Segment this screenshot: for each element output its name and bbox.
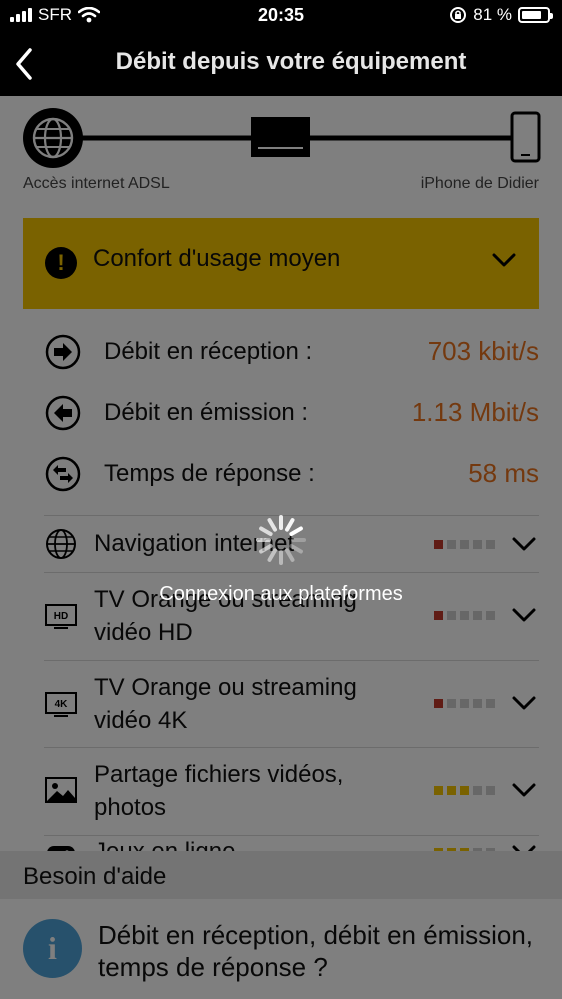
spinner-spoke	[289, 544, 303, 554]
loading-text: Connexion aux plateformes	[159, 583, 403, 605]
battery-icon	[518, 7, 553, 23]
battery-percent: 81 %	[473, 5, 512, 24]
spinner-spoke	[285, 518, 295, 532]
spinner-spoke	[267, 548, 277, 562]
loading-overlay: Connexion aux plateformes	[0, 96, 562, 999]
navigation-bar: Débit depuis votre équipement	[0, 32, 562, 96]
spinner-spoke	[267, 518, 277, 532]
spinner-spoke	[285, 548, 295, 562]
status-bar: SFR 20:35 81 %	[0, 0, 562, 32]
status-right: 81 %	[449, 5, 553, 25]
page-title: Débit depuis votre équipement	[115, 48, 467, 75]
spinner-spoke	[259, 544, 273, 554]
spinner-spoke	[259, 526, 273, 536]
spinner-spoke	[289, 526, 303, 536]
chevron-left-icon[interactable]	[10, 46, 40, 82]
orientation-lock-icon	[450, 7, 467, 23]
spinner-icon	[256, 515, 306, 565]
